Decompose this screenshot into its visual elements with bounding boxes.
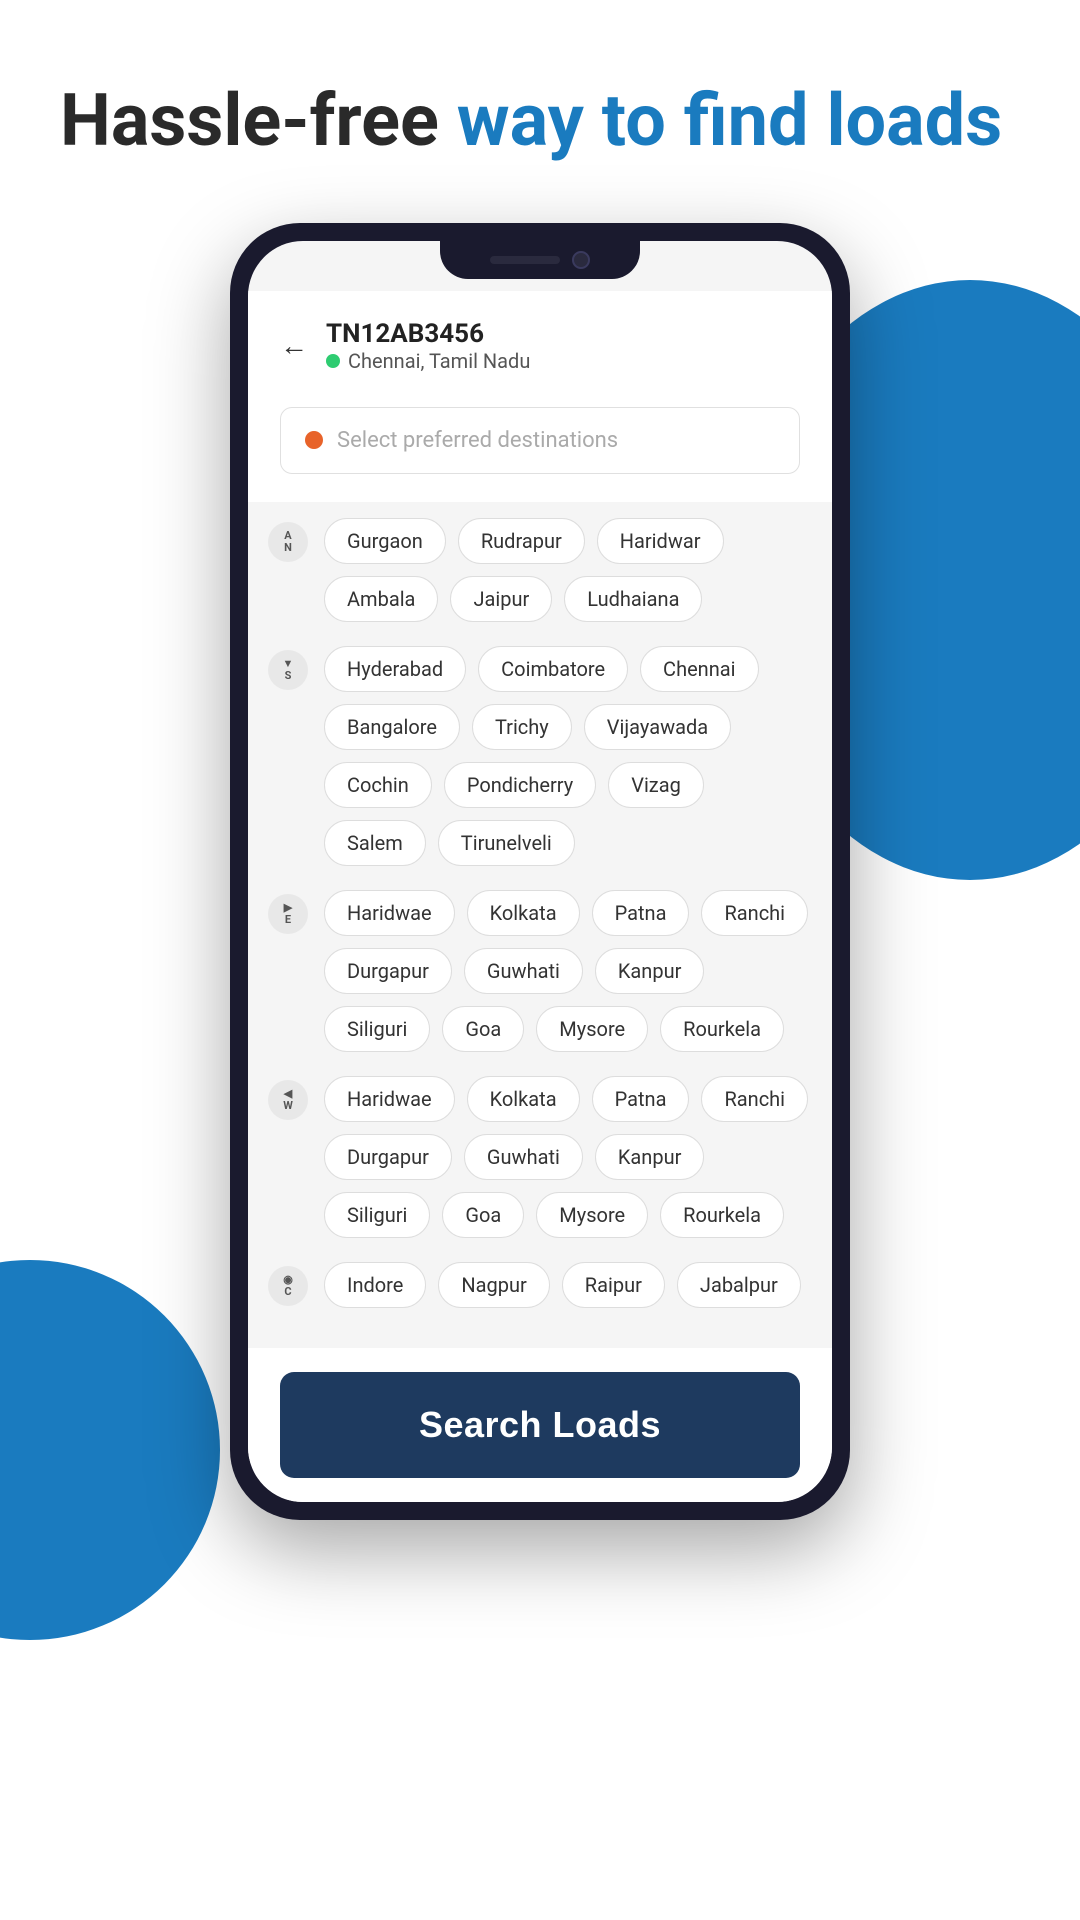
tag-indore[interactable]: Indore [324, 1262, 426, 1308]
direction-header-south: ▼S Hyderabad Coimbatore Chennai Bangalore Tri… [268, 646, 812, 866]
tags-container-west: Haridwae Kolkata PatnaRanchi Durgapur Guwhat… [324, 1076, 812, 1238]
direction-section-south: ▼S Hyderabad Coimbatore Chennai Bangalore Tri… [268, 646, 812, 866]
destinations-list: AN Gurgaon Rudrapur Haridwar Ambala Jaipur Lud… [248, 502, 832, 1348]
tags-container-central: Indore Nagpur Raipur Jabalpur [324, 1262, 812, 1308]
direction-icon-central: ◉C [268, 1266, 308, 1306]
tag-gurgaon[interactable]: Gurgaon [324, 518, 446, 564]
phone-screen: ← TN12AB3456 Chennai, Tamil Nadu [248, 241, 832, 1502]
search-input-icon [305, 431, 323, 449]
tag-kanpur[interactable]: Kanpur [595, 1134, 705, 1180]
tag-vijayawada[interactable]: Vijayawada [584, 704, 731, 750]
tag-chennai[interactable]: Chennai [640, 646, 758, 692]
tag-trichy[interactable]: Trichy [472, 704, 572, 750]
tags-container-east: Haridwae Kolkata PatnaRanchi Durgapur Guwhat… [324, 890, 812, 1052]
tag-goa[interactable]: Goa [442, 1192, 524, 1238]
tag-tirunelveli[interactable]: Tirunelveli [438, 820, 575, 866]
tag-mysore[interactable]: Mysore [536, 1192, 648, 1238]
vehicle-info: TN12AB3456 Chennai, Tamil Nadu [326, 319, 530, 373]
direction-header-west: ◀W Haridwae Kolkata PatnaRanchi Durgapur Guwh… [268, 1076, 812, 1238]
direction-section-east: ▶E Haridwae Kolkata PatnaRanchi Durgapur Guwh… [268, 890, 812, 1052]
headline-part1: Hassle-free [60, 78, 457, 163]
tag-kanpur[interactable]: Kanpur [595, 948, 705, 994]
phone-notch [440, 241, 640, 279]
tag-haridwae[interactable]: Haridwae [324, 1076, 455, 1122]
tag-rourkela[interactable]: Rourkela [660, 1006, 784, 1052]
tag-rudrapur[interactable]: Rudrapur [458, 518, 585, 564]
tag-mysore[interactable]: Mysore [536, 1006, 648, 1052]
direction-icon-east: ▶E [268, 894, 308, 934]
tags-container-south: Hyderabad Coimbatore Chennai Bangalore Trich… [324, 646, 812, 866]
tag-hyderabad[interactable]: Hyderabad [324, 646, 466, 692]
tag-ludhaiana[interactable]: Ludhaiana [564, 576, 702, 622]
tag-rourkela[interactable]: Rourkela [660, 1192, 784, 1238]
phone-wrapper: ← TN12AB3456 Chennai, Tamil Nadu [60, 223, 1020, 1520]
tag-durgapur[interactable]: Durgapur [324, 948, 452, 994]
headline-part2: way to find loads [457, 78, 1002, 163]
phone-mockup: ← TN12AB3456 Chennai, Tamil Nadu [230, 223, 850, 1520]
notch-camera [572, 251, 590, 269]
search-input[interactable]: Select preferred destinations [280, 407, 800, 474]
tag-ambala[interactable]: Ambala [324, 576, 438, 622]
notch-speaker [490, 256, 560, 264]
vehicle-number: TN12AB3456 [326, 319, 530, 349]
search-input-container: Select preferred destinations [248, 391, 832, 502]
search-loads-button[interactable]: Search Loads [280, 1372, 800, 1478]
tag-jaipur[interactable]: Jaipur [450, 576, 552, 622]
vehicle-location: Chennai, Tamil Nadu [326, 349, 530, 373]
direction-section-central: ◉C Indore Nagpur Raipur Jabalpur [268, 1262, 812, 1308]
location-dot [326, 354, 340, 368]
direction-header-north: AN Gurgaon Rudrapur Haridwar Ambala Jaipur Lud… [268, 518, 812, 622]
tag-siliguri[interactable]: Siliguri [324, 1192, 430, 1238]
tag-goa[interactable]: Goa [442, 1006, 524, 1052]
tag-kolkata[interactable]: Kolkata [467, 890, 580, 936]
direction-section-north: AN Gurgaon Rudrapur Haridwar Ambala Jaipur Lud… [268, 518, 812, 622]
direction-header-central: ◉C Indore Nagpur Raipur Jabalpur [268, 1262, 812, 1308]
tag-siliguri[interactable]: Siliguri [324, 1006, 430, 1052]
tag-ranchi[interactable]: Ranchi [701, 1076, 808, 1122]
tag-raipur[interactable]: Raipur [562, 1262, 665, 1308]
direction-header-east: ▶E Haridwae Kolkata PatnaRanchi Durgapur Guwh… [268, 890, 812, 1052]
direction-icon-south: ▼S [268, 650, 308, 690]
direction-section-west: ◀W Haridwae Kolkata PatnaRanchi Durgapur Guwh… [268, 1076, 812, 1238]
tag-kolkata[interactable]: Kolkata [467, 1076, 580, 1122]
tag-guwhati[interactable]: Guwhati [464, 948, 583, 994]
tag-nagpur[interactable]: Nagpur [438, 1262, 549, 1308]
tag-durgapur[interactable]: Durgapur [324, 1134, 452, 1180]
search-loads-bar: Search Loads [248, 1348, 832, 1502]
tag-ranchi[interactable]: Ranchi [701, 890, 808, 936]
tag-haridwae[interactable]: Haridwae [324, 890, 455, 936]
tags-container-north: Gurgaon Rudrapur Haridwar Ambala Jaipur Ludha… [324, 518, 812, 622]
tag-vizag[interactable]: Vizag [608, 762, 704, 808]
page-content: Hassle-free way to find loads ← TN12AB34… [0, 0, 1080, 1520]
tag-coimbatore[interactable]: Coimbatore [478, 646, 628, 692]
tag-patna[interactable]: Patna [592, 1076, 690, 1122]
direction-icon-west: ◀W [268, 1080, 308, 1120]
direction-icon-north: AN [268, 522, 308, 562]
tag-haridwar[interactable]: Haridwar [597, 518, 724, 564]
search-input-placeholder: Select preferred destinations [337, 428, 618, 453]
tag-jabalpur[interactable]: Jabalpur [677, 1262, 801, 1308]
tag-salem[interactable]: Salem [324, 820, 426, 866]
vehicle-location-text: Chennai, Tamil Nadu [348, 349, 530, 373]
tag-bangalore[interactable]: Bangalore [324, 704, 460, 750]
tag-cochin[interactable]: Cochin [324, 762, 432, 808]
tag-pondicherry[interactable]: Pondicherry [444, 762, 596, 808]
phone-header: ← TN12AB3456 Chennai, Tamil Nadu [248, 291, 832, 391]
tag-guwhati[interactable]: Guwhati [464, 1134, 583, 1180]
headline: Hassle-free way to find loads [60, 80, 1020, 163]
tag-patna[interactable]: Patna [592, 890, 690, 936]
back-button[interactable]: ← [280, 329, 308, 362]
phone-inner: ← TN12AB3456 Chennai, Tamil Nadu [248, 241, 832, 1502]
